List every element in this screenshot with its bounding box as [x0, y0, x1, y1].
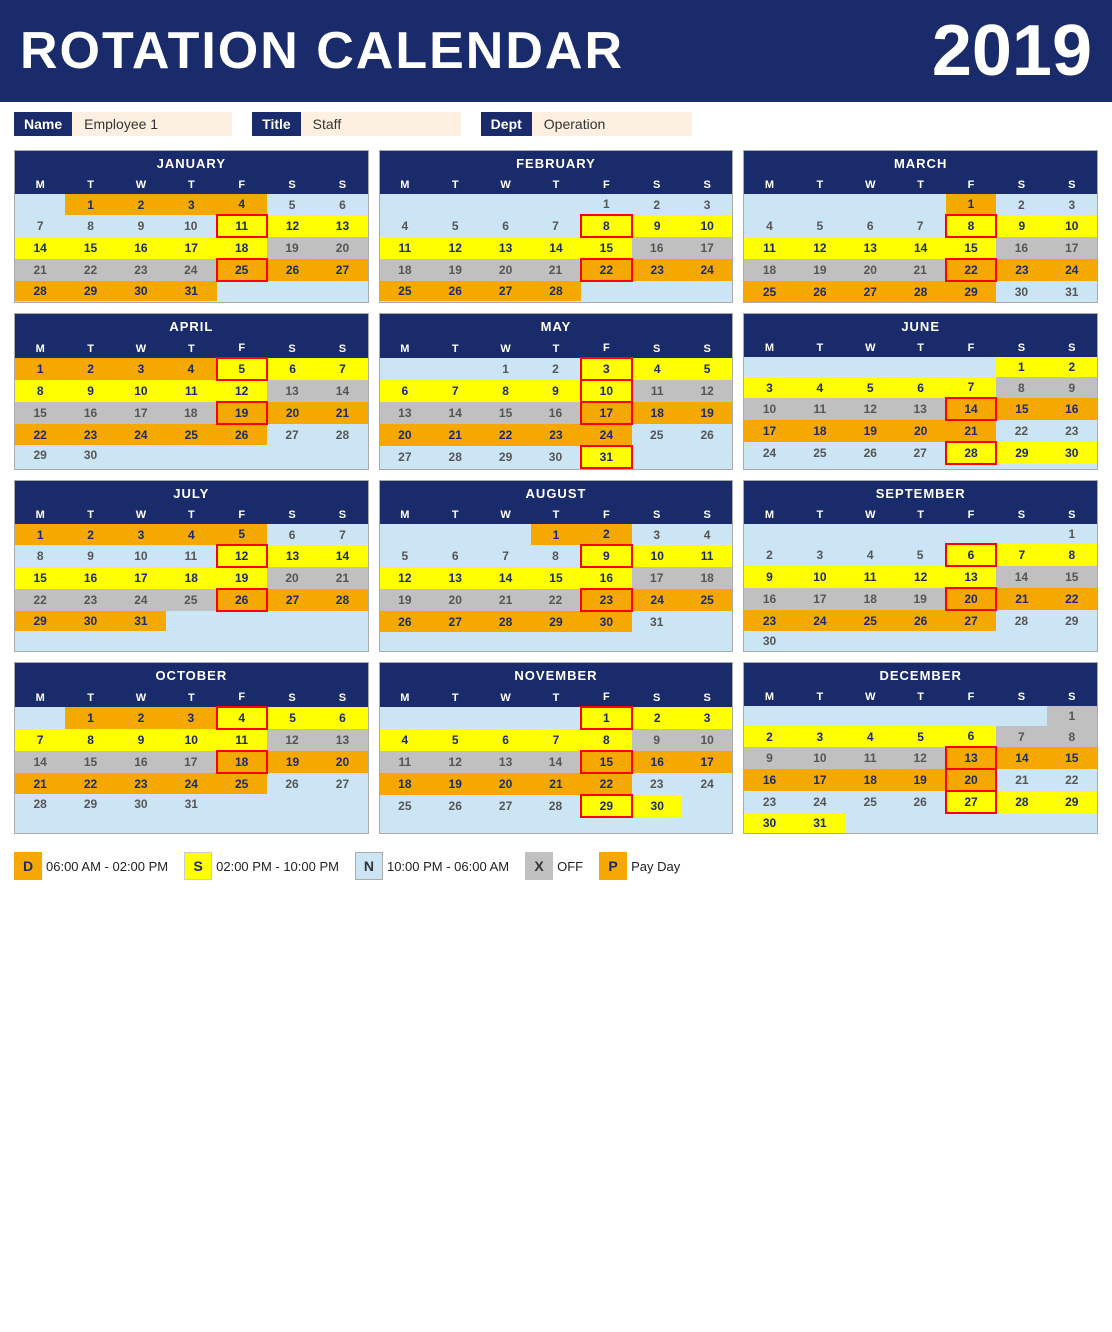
month-may: MAY MTWTFSS 1 2 3 4 5 6 7 8 9 10 11 12	[379, 313, 734, 470]
legend-item-S: S 02:00 PM - 10:00 PM	[184, 852, 349, 880]
page-header: ROTATION CALENDAR 2019	[0, 0, 1112, 102]
legend-text-S: 02:00 PM - 10:00 PM	[216, 859, 339, 874]
month-january: JANUARY MTWTFSS 1 2 3 4 5 6 7 8 9 10 11 …	[14, 150, 369, 303]
legend-badge-N: N	[355, 852, 383, 880]
name-value: Employee 1	[72, 112, 232, 136]
month-header-september: SEPTEMBER	[744, 481, 1097, 506]
month-july: JULY MTWTFSS 1 2 3 4 5 6 7 8 9 10 11 12 …	[14, 480, 369, 652]
cal-table-october: MTWTFSS 1 2 3 4 5 6 7 8 9 10 11 12 13	[15, 688, 368, 814]
month-april: APRIL MTWTFSS 1 2 3 4 5 6 7 8 9 10 11 12…	[14, 313, 369, 470]
month-header-may: MAY	[380, 314, 733, 339]
month-october: OCTOBER MTWTFSS 1 2 3 4 5 6 7 8 9 10 11 …	[14, 662, 369, 834]
legend-item-N: N 10:00 PM - 06:00 AM	[355, 852, 519, 880]
legend-bar: D 06:00 AM - 02:00 PM S 02:00 PM - 10:00…	[0, 844, 1112, 888]
calendar-year: 2019	[932, 10, 1092, 92]
month-header-january: JANUARY	[15, 151, 368, 176]
legend-item-X: X OFF	[525, 852, 593, 880]
cal-table-june: MTWTFSS 1 2 3 4 5 6 7 8 9 10	[744, 339, 1097, 465]
cal-table-april: MTWTFSS 1 2 3 4 5 6 7 8 9 10 11 12 13 14	[15, 339, 368, 465]
month-september: SEPTEMBER MTWTFSS 1 2 3 4 5 6 7 8	[743, 480, 1098, 652]
dept-label: Dept	[481, 112, 532, 136]
legend-badge-X: X	[525, 852, 553, 880]
legend-badge-D: D	[14, 852, 42, 880]
dept-field: Dept Operation	[481, 112, 692, 136]
title-value: Staff	[301, 112, 461, 136]
cal-table-september: MTWTFSS 1 2 3 4 5 6 7 8 9	[744, 506, 1097, 651]
cal-table-march: MTWTFSS 1 2 3 4 5 6 7 8 9 10 11	[744, 176, 1097, 302]
name-label: Name	[14, 112, 72, 136]
title-label: Title	[252, 112, 301, 136]
month-header-july: JULY	[15, 481, 368, 506]
cal-table-november: MTWTFSS 1 2 3 4 5 6 7 8 9 10 11	[380, 688, 733, 818]
legend-text-N: 10:00 PM - 06:00 AM	[387, 859, 509, 874]
month-june: JUNE MTWTFSS 1 2 3 4 5 6 7 8 9	[743, 313, 1098, 470]
legend-text-X: OFF	[557, 859, 583, 874]
month-header-december: DECEMBER	[744, 663, 1097, 688]
cal-table-july: MTWTFSS 1 2 3 4 5 6 7 8 9 10 11 12 13 14	[15, 506, 368, 631]
info-row: Name Employee 1 Title Staff Dept Operati…	[0, 102, 1112, 146]
legend-item-P: P Pay Day	[599, 852, 690, 880]
legend-badge-S: S	[184, 852, 212, 880]
month-august: AUGUST MTWTFSS 1 2 3 4 5 6 7 8 9 10 1	[379, 480, 734, 652]
month-march: MARCH MTWTFSS 1 2 3 4 5 6 7 8 9 10	[743, 150, 1098, 303]
legend-text-D: 06:00 AM - 02:00 PM	[46, 859, 168, 874]
month-header-march: MARCH	[744, 151, 1097, 176]
month-header-april: APRIL	[15, 314, 368, 339]
month-february: FEBRUARY MTWTFSS 1 2 3 4 5 6 7 8 9 1	[379, 150, 734, 303]
month-november: NOVEMBER MTWTFSS 1 2 3 4 5 6 7 8 9 1	[379, 662, 734, 834]
legend-badge-P: P	[599, 852, 627, 880]
title-field: Title Staff	[252, 112, 461, 136]
month-december: DECEMBER MTWTFSS 1 2 3 4 5 6 7 8	[743, 662, 1098, 834]
cal-table-august: MTWTFSS 1 2 3 4 5 6 7 8 9 10 11 12	[380, 506, 733, 632]
legend-text-P: Pay Day	[631, 859, 680, 874]
cal-table-february: MTWTFSS 1 2 3 4 5 6 7 8 9 10 11	[380, 176, 733, 301]
month-header-october: OCTOBER	[15, 663, 368, 688]
month-header-february: FEBRUARY	[380, 151, 733, 176]
cal-table-december: MTWTFSS 1 2 3 4 5 6 7 8 9	[744, 688, 1097, 833]
name-field: Name Employee 1	[14, 112, 232, 136]
dept-value: Operation	[532, 112, 692, 136]
month-header-june: JUNE	[744, 314, 1097, 339]
calendars-grid: JANUARY MTWTFSS 1 2 3 4 5 6 7 8 9 10 11 …	[0, 146, 1112, 844]
calendar-title: ROTATION CALENDAR	[20, 21, 624, 81]
cal-table-may: MTWTFSS 1 2 3 4 5 6 7 8 9 10 11 12 1	[380, 339, 733, 469]
month-header-august: AUGUST	[380, 481, 733, 506]
cal-table-january: MTWTFSS 1 2 3 4 5 6 7 8 9 10 11 12 13	[15, 176, 368, 301]
month-header-november: NOVEMBER	[380, 663, 733, 688]
legend-item-D: D 06:00 AM - 02:00 PM	[14, 852, 178, 880]
